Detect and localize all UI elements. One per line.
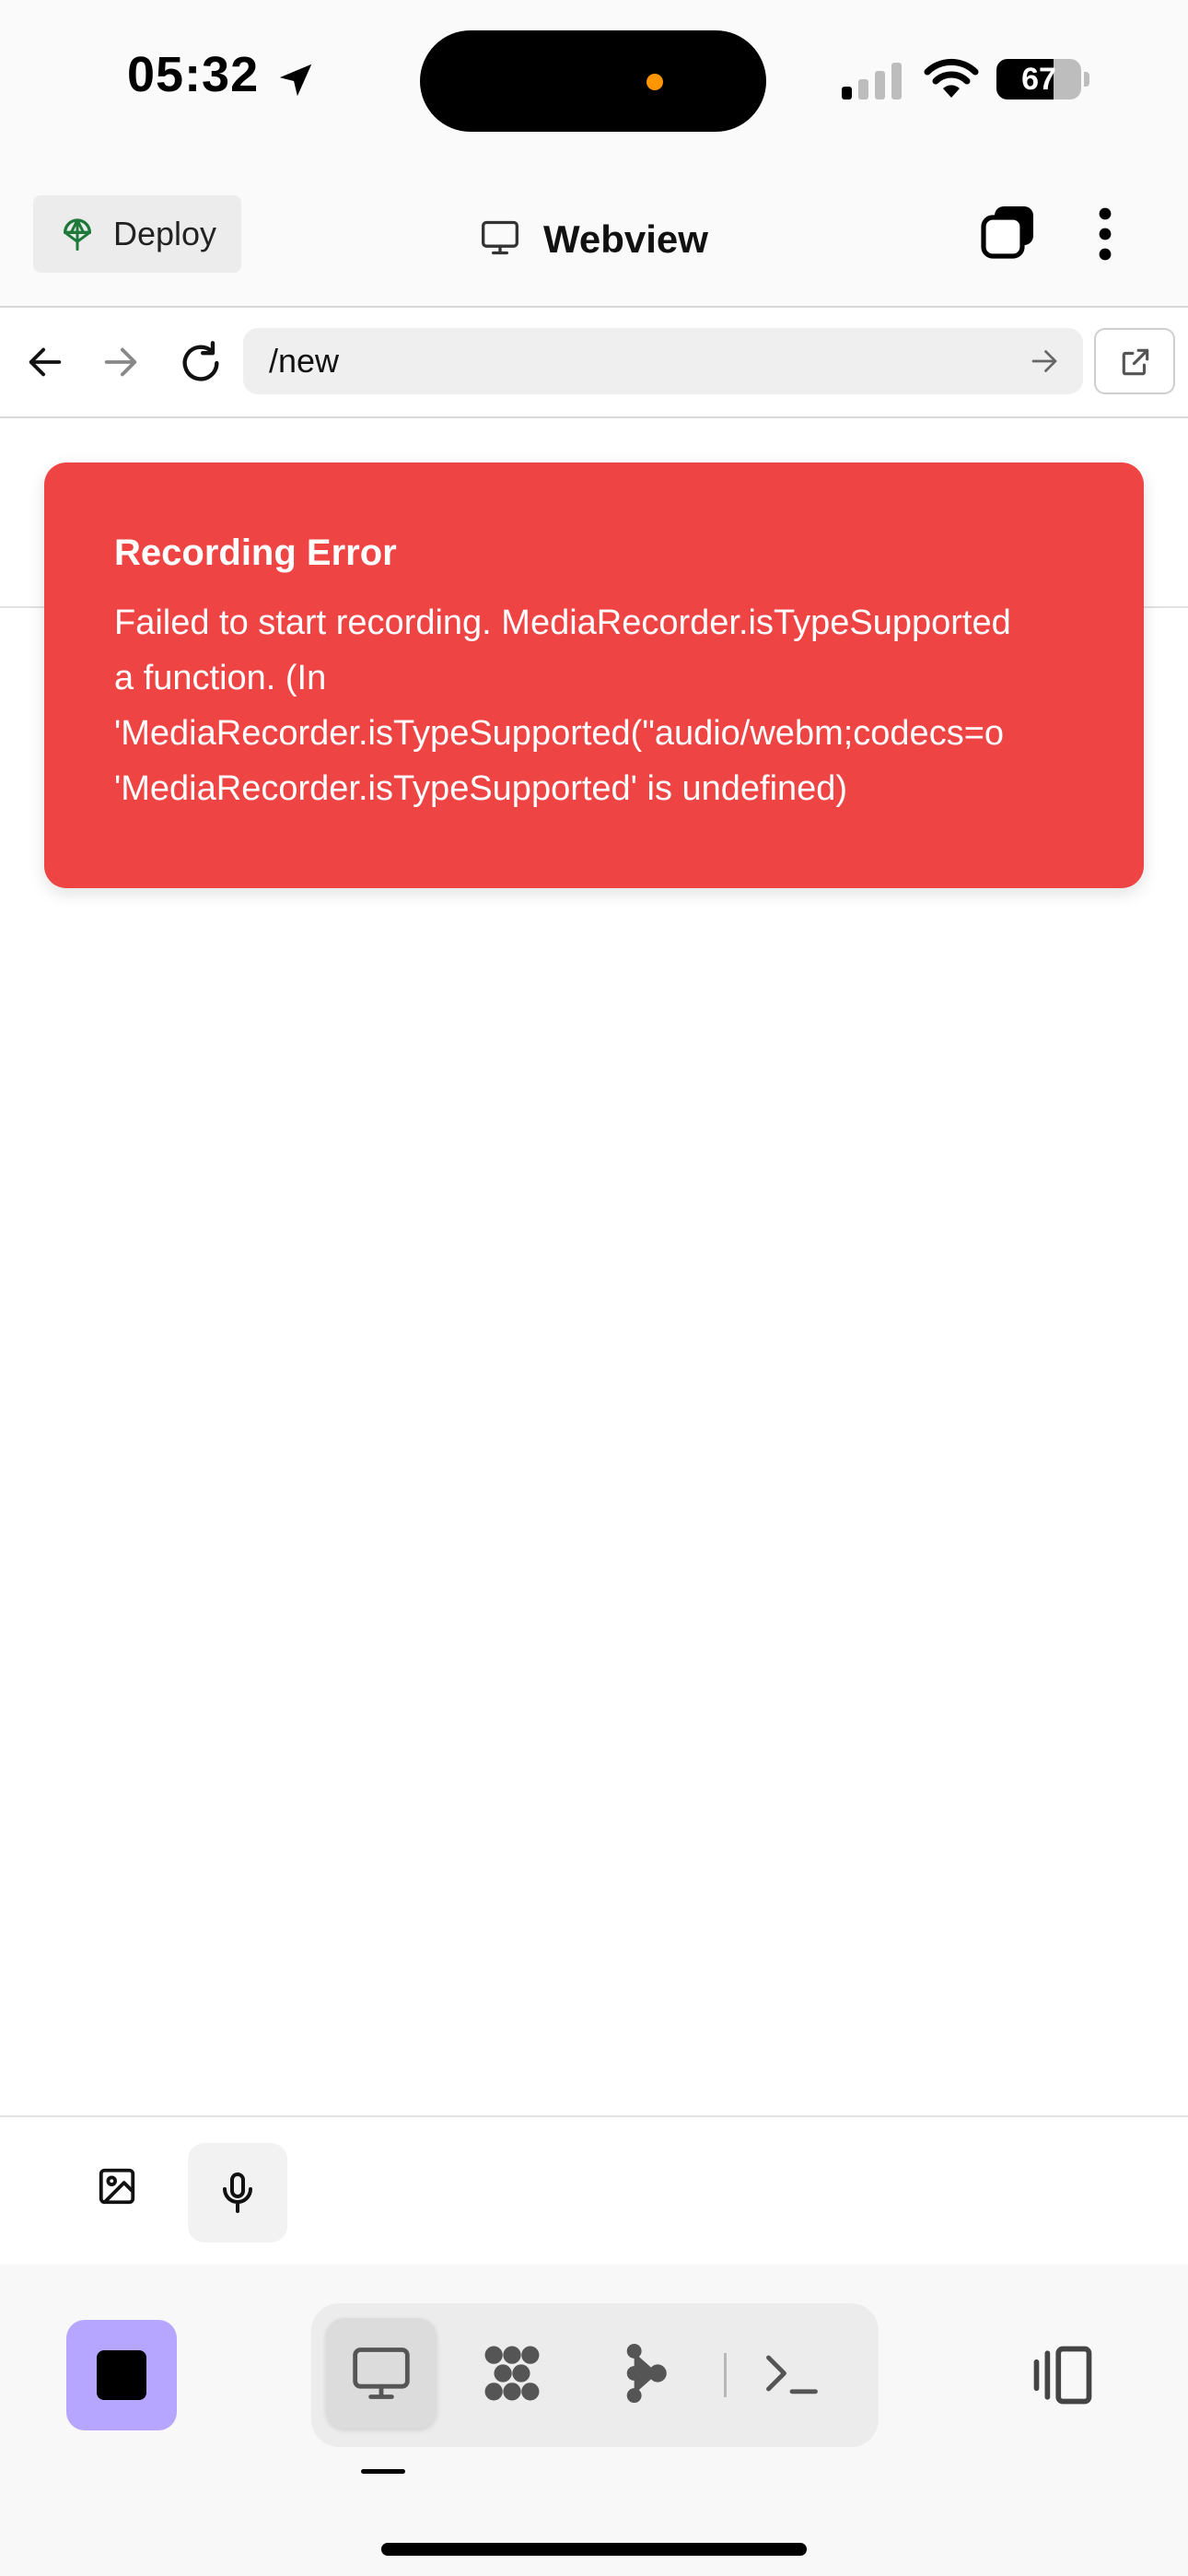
error-message-line: a function. (In: [114, 659, 327, 697]
image-attach-button[interactable]: [85, 2154, 149, 2219]
error-title: Recording Error: [114, 533, 397, 573]
branch-nodes-icon: [626, 2343, 667, 2404]
stop-button[interactable]: [66, 2320, 177, 2430]
dots-grid-icon: [484, 2346, 540, 2401]
dynamic-island: [420, 30, 766, 132]
deploy-icon: [64, 218, 92, 252]
active-tab-indicator: [361, 2469, 405, 2474]
deploy-label: Deploy: [113, 215, 217, 252]
image-icon: [99, 2168, 135, 2205]
status-time: 05:32: [127, 47, 260, 102]
composer: [0, 2115, 1188, 2265]
reload-icon[interactable]: [177, 339, 225, 387]
url-bar: /new: [0, 308, 1188, 418]
tab-workflow[interactable]: [589, 2318, 700, 2429]
privacy-indicator-dot: [646, 74, 663, 90]
external-link-icon: [1122, 348, 1149, 376]
panel-toggle-icon: [1033, 2346, 1092, 2405]
wifi-icon: [924, 58, 979, 98]
error-message: Failed to start recording. MediaRecorder…: [114, 595, 1144, 816]
switcher-divider: [724, 2353, 727, 2397]
error-toast[interactable]: Recording Error Failed to start recordin…: [44, 463, 1144, 888]
stop-icon: [97, 2350, 146, 2400]
battery-percent: 67: [1021, 62, 1056, 97]
view-switcher: [311, 2303, 879, 2447]
url-input[interactable]: /new: [243, 328, 1083, 394]
status-bar: 05:32 67: [0, 0, 1188, 175]
error-message-line: Failed to start recording. MediaRecorder…: [114, 603, 1011, 642]
webview-content: Recording Error Failed to start recordin…: [0, 418, 1188, 2115]
location-arrow-icon: [279, 64, 312, 97]
bottom-toolbar: [0, 2265, 1188, 2576]
microphone-button[interactable]: [188, 2143, 287, 2242]
arrow-right-icon[interactable]: [1028, 345, 1061, 378]
tab-components[interactable]: [457, 2318, 567, 2429]
terminal-icon: [766, 2355, 818, 2395]
more-vertical-icon[interactable]: [1087, 206, 1124, 262]
monitor-icon: [482, 220, 518, 255]
tab-terminal[interactable]: [737, 2318, 847, 2429]
monitor-icon: [353, 2348, 410, 2399]
error-message-line: 'MediaRecorder.isTypeSupported' is undef…: [114, 769, 848, 808]
arrow-left-icon[interactable]: [24, 341, 66, 383]
error-message-line: 'MediaRecorder.isTypeSupported("audio/we…: [114, 714, 1005, 753]
arrow-right-icon[interactable]: [99, 341, 142, 383]
battery-icon: 67: [996, 59, 1081, 100]
panel-toggle-button[interactable]: [1022, 2335, 1105, 2418]
deploy-button[interactable]: Deploy: [33, 195, 241, 273]
cellular-signal-icon: [842, 63, 902, 100]
microphone-icon: [223, 2172, 252, 2213]
tabs-icon[interactable]: [978, 203, 1037, 262]
battery-cap: [1084, 72, 1089, 87]
tab-webview[interactable]: [326, 2318, 437, 2429]
url-text: /new: [269, 342, 340, 380]
home-indicator: [381, 2543, 807, 2556]
open-external-button[interactable]: [1094, 328, 1175, 394]
page-title: Webview: [543, 217, 708, 261]
app-header: Deploy Webview: [0, 175, 1188, 308]
